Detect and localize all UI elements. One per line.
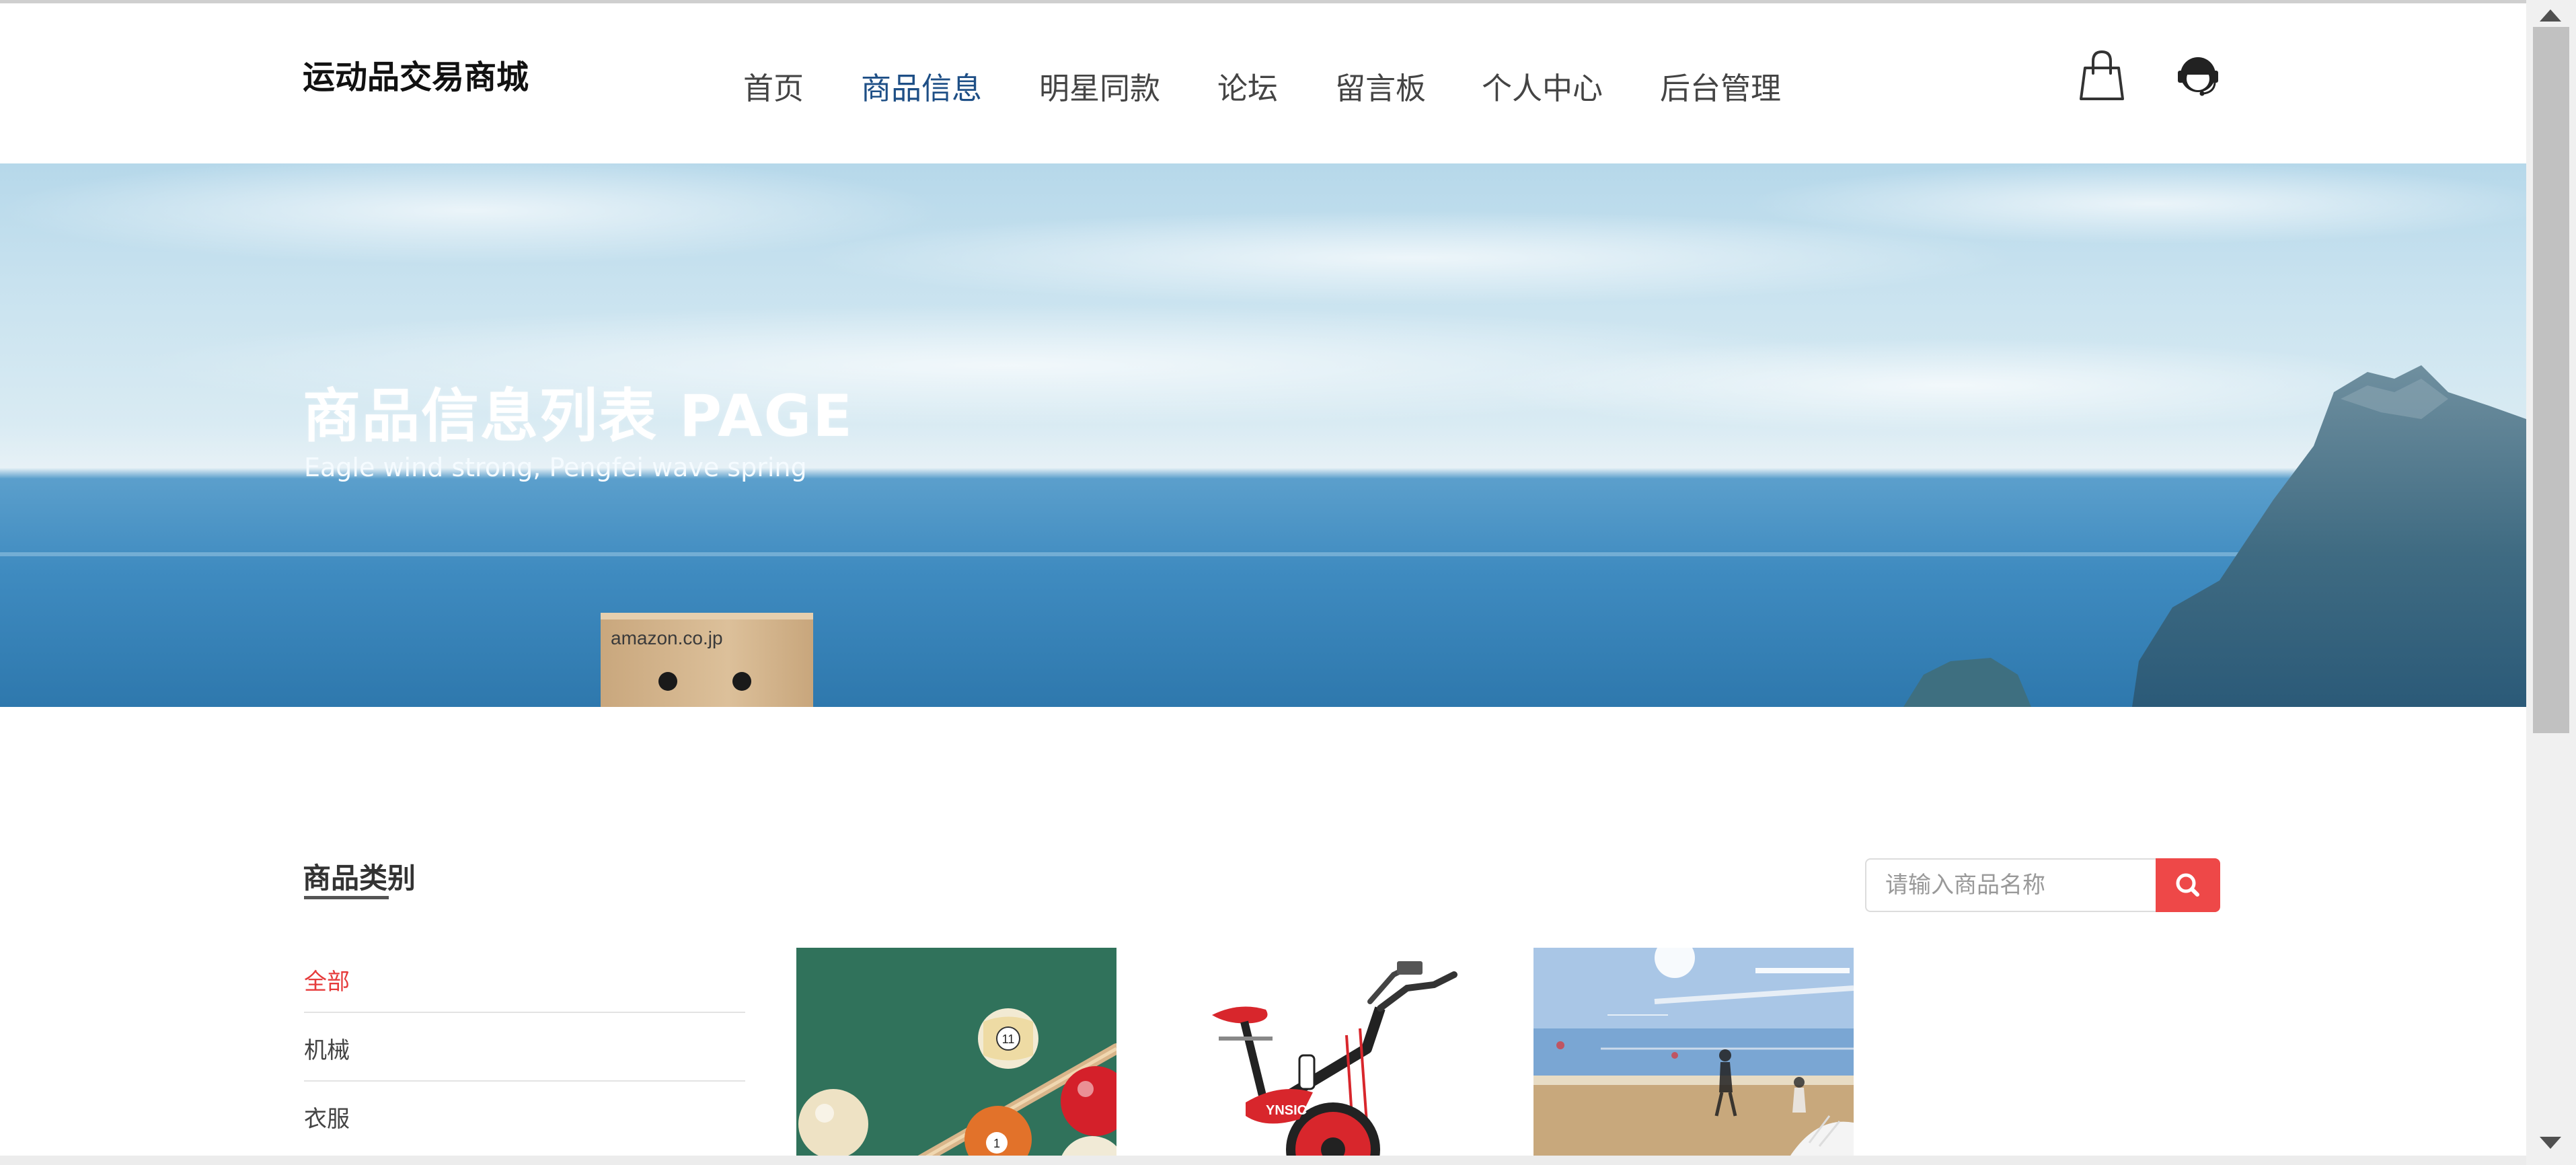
product-card-billiards[interactable]: 11 1 <box>796 948 1116 1158</box>
hero-banner: amazon.co.jp 商品信息列表 PAGE Eagle wind stro… <box>0 163 2526 707</box>
svg-text:YNSIC: YNSIC <box>1266 1103 1307 1118</box>
page-subtitle: Eagle wind strong, Pengfei wave spring <box>304 453 807 482</box>
category-item-all[interactable]: 全部 <box>304 963 350 996</box>
product-card-exercise-bike[interactable]: YNSIC <box>1165 948 1485 1158</box>
category-divider <box>304 1012 745 1013</box>
category-divider <box>304 1080 745 1082</box>
nav-message-board[interactable]: 留言板 <box>1335 64 1426 108</box>
nav-products[interactable]: 商品信息 <box>861 64 982 108</box>
category-heading-underline <box>304 896 389 899</box>
nav-home[interactable]: 首页 <box>743 64 804 108</box>
category-item-machinery[interactable]: 机械 <box>304 1032 350 1065</box>
scroll-up-arrow-icon[interactable] <box>2540 9 2561 22</box>
nav-celebrity[interactable]: 明星同款 <box>1039 64 1160 108</box>
vertical-scrollbar[interactable] <box>2526 0 2576 1165</box>
billiard-balls-image: 11 1 <box>796 948 1116 1158</box>
scroll-down-arrow-icon[interactable] <box>2540 1137 2561 1149</box>
search-icon <box>2176 873 2199 897</box>
svg-text:11: 11 <box>1002 1032 1015 1046</box>
nav-personal-center[interactable]: 个人中心 <box>1482 64 1603 108</box>
product-card-badminton[interactable] <box>1533 948 1854 1158</box>
nav-admin[interactable]: 后台管理 <box>1660 64 1781 108</box>
customer-service-icon[interactable] <box>2176 52 2220 100</box>
svg-text:1: 1 <box>993 1137 1000 1150</box>
product-search-input[interactable] <box>1865 858 2156 912</box>
category-heading: 商品类别 <box>303 862 416 895</box>
search-button[interactable] <box>2156 858 2220 912</box>
scrollbar-thumb[interactable] <box>2533 27 2569 733</box>
exercise-bike-image: YNSIC <box>1165 948 1485 1158</box>
page-title: 商品信息列表 PAGE <box>303 383 854 450</box>
category-item-clothing[interactable]: 衣服 <box>304 1100 350 1133</box>
nav-forum[interactable]: 论坛 <box>1217 64 1278 108</box>
cardboard-box-figure <box>601 613 813 707</box>
horizontal-scroll-track <box>0 1156 2526 1165</box>
box-brand-text: amazon.co.jp <box>611 628 723 648</box>
site-header: 运动品交易商城 首页 商品信息 明星同款 论坛 留言板 个人中心 后台管理 <box>0 3 2526 163</box>
site-logo[interactable]: 运动品交易商城 <box>303 50 529 98</box>
badminton-court-image <box>1533 948 1854 1158</box>
shopping-bag-icon[interactable] <box>2078 49 2125 106</box>
